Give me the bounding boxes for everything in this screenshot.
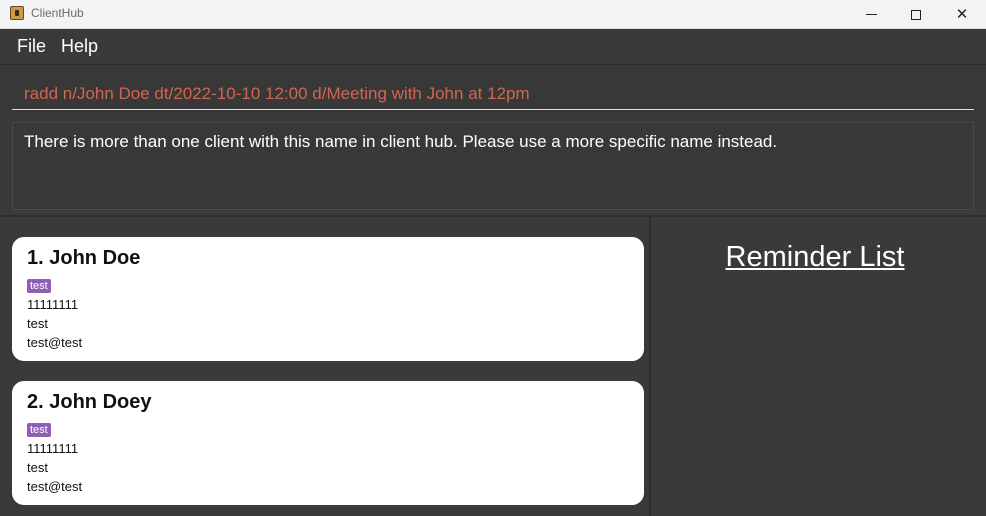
- app-icon: [10, 6, 24, 20]
- minimize-button[interactable]: [848, 0, 894, 29]
- client-phone: 11111111: [27, 297, 79, 312]
- client-email: test@test: [27, 335, 83, 350]
- title-bar: ClientHub ✕: [0, 0, 986, 29]
- reminder-panel: Reminder List: [651, 217, 986, 516]
- client-card[interactable]: 2. John Doey test 11111111 test test@tes…: [12, 381, 644, 505]
- window-title: ClientHub: [31, 6, 84, 20]
- client-address: test: [27, 316, 48, 331]
- client-list[interactable]: 1. John Doe test 11111111 test test@test…: [0, 217, 650, 516]
- client-name: 2. John Doey: [27, 391, 152, 413]
- client-email: test@test: [27, 479, 83, 494]
- maximize-icon: [911, 9, 921, 20]
- close-button[interactable]: ✕: [939, 0, 985, 29]
- minimize-icon: [865, 14, 877, 15]
- close-icon: ✕: [955, 5, 969, 23]
- result-display: There is more than one client with this …: [12, 122, 974, 210]
- maximize-button[interactable]: [893, 0, 939, 29]
- client-tag: test: [27, 279, 51, 293]
- client-name: 1. John Doe: [27, 247, 141, 269]
- client-phone: 11111111: [27, 441, 79, 456]
- command-input[interactable]: [12, 65, 974, 110]
- client-card[interactable]: 1. John Doe test 11111111 test test@test: [12, 237, 644, 361]
- command-box: [0, 65, 986, 115]
- reminder-list-title: Reminder List: [725, 241, 905, 273]
- client-address: test: [27, 460, 48, 475]
- menu-bar: File Help: [0, 29, 986, 65]
- result-message: There is more than one client with this …: [24, 132, 778, 151]
- menu-help[interactable]: Help: [61, 36, 98, 57]
- menu-file[interactable]: File: [17, 36, 46, 57]
- client-tag: test: [27, 423, 51, 437]
